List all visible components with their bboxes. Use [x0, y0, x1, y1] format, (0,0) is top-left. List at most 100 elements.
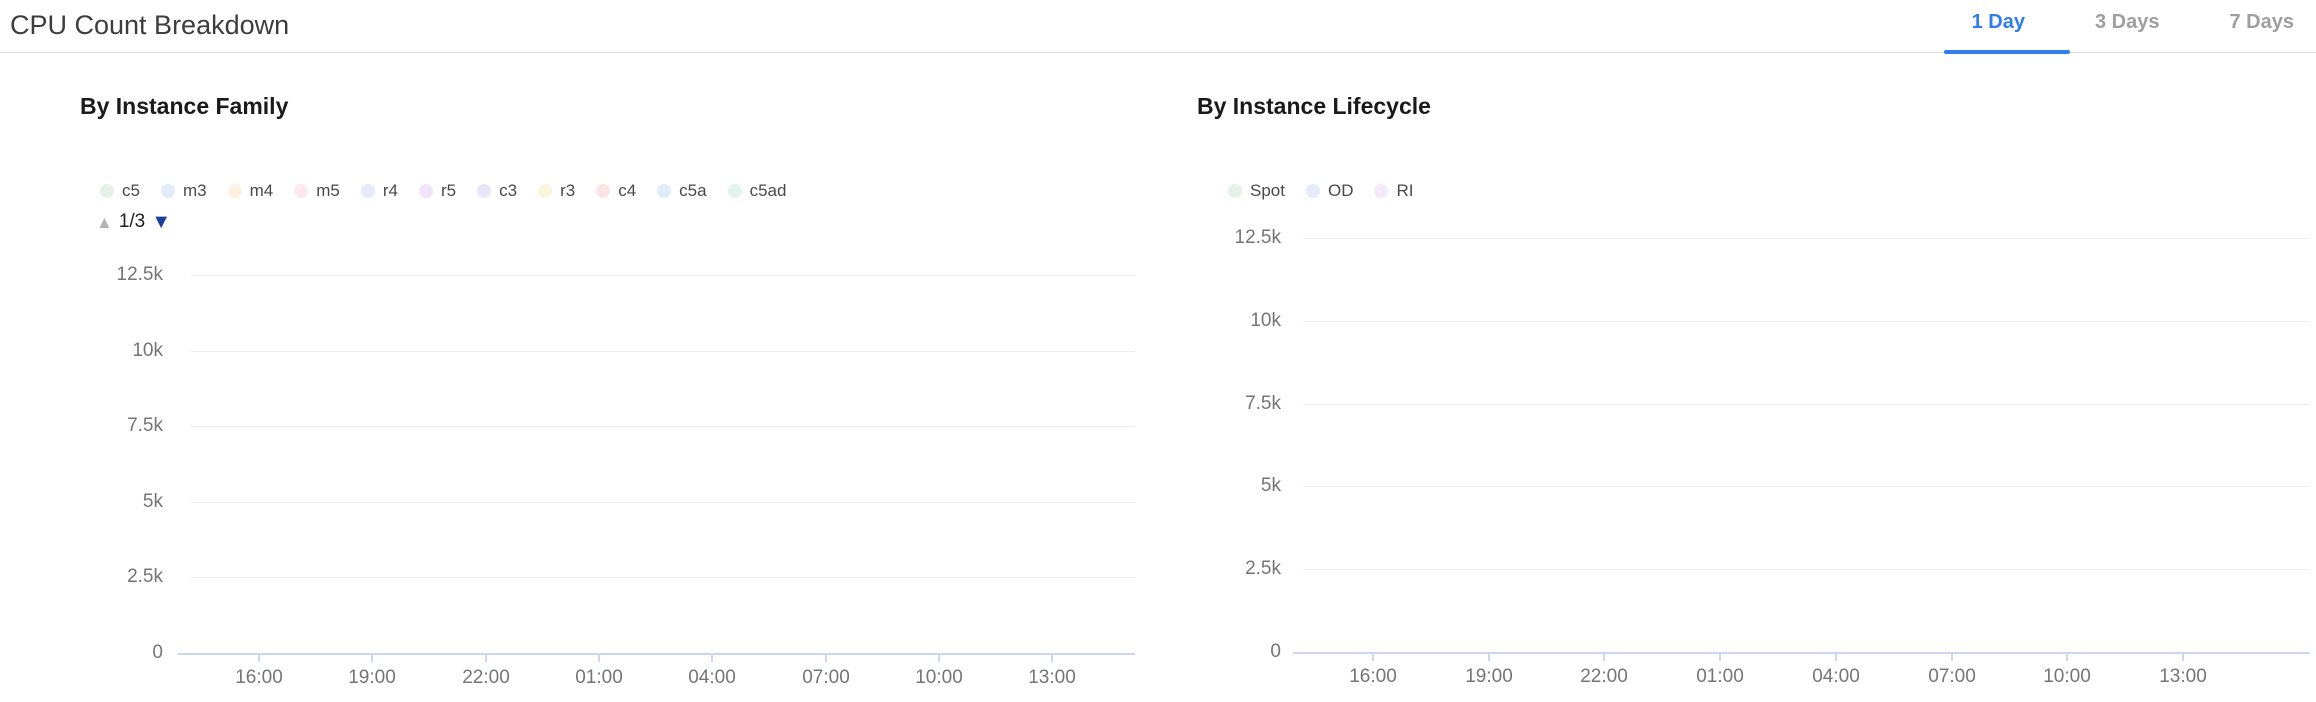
legend-dot-icon	[538, 184, 552, 198]
tab-3-days[interactable]: 3 Days	[2095, 11, 2160, 34]
legend-dot-icon	[419, 184, 433, 198]
legend-item-m3[interactable]: m3	[161, 181, 207, 201]
y-axis-label: 5k	[1201, 474, 1281, 498]
time-range-tabs: 1 Day 3 Days 7 Days	[1972, 11, 2294, 34]
gridline	[1303, 404, 2310, 405]
legend-dot-icon	[228, 184, 242, 198]
y-axis-label: 10k	[83, 339, 163, 363]
x-axis-label: 10:00	[2022, 665, 2112, 689]
x-axis-label: 22:00	[1559, 665, 1649, 689]
legend-item-label: m3	[183, 181, 207, 201]
legend-page-prev-icon[interactable]: ▲	[96, 214, 113, 231]
legend-dot-icon	[100, 184, 114, 198]
legend-item-c5[interactable]: c5	[100, 181, 140, 201]
legend-item-ri[interactable]: RI	[1374, 181, 1413, 201]
gridline	[1303, 486, 2310, 487]
legend-item-label: r4	[383, 181, 398, 201]
tab-1-day[interactable]: 1 Day	[1972, 11, 2025, 34]
x-axis-tick	[1835, 654, 1837, 661]
x-axis-tick	[825, 655, 827, 662]
legend-page-next-icon[interactable]: ▼	[151, 212, 171, 232]
legend-item-label: c4	[618, 181, 636, 201]
legend-item-label: r5	[441, 181, 456, 201]
legend-dot-icon	[294, 184, 308, 198]
x-axis-tick	[258, 655, 260, 662]
legend-item-c3[interactable]: c3	[477, 181, 517, 201]
page-title: CPU Count Breakdown	[10, 10, 289, 40]
x-axis-label: 10:00	[894, 666, 984, 690]
x-axis-tick	[1488, 654, 1490, 661]
x-axis-label: 04:00	[1791, 665, 1881, 689]
x-axis-label: 19:00	[327, 666, 417, 690]
gridline	[190, 426, 1135, 427]
legend: Spot OD RI	[1228, 181, 1413, 201]
gridline	[190, 351, 1135, 352]
legend-item-label: m4	[250, 181, 274, 201]
gridline	[1303, 569, 2310, 570]
legend-item-label: m5	[316, 181, 340, 201]
tab-7-days[interactable]: 7 Days	[2230, 11, 2295, 34]
x-axis-label: 13:00	[2138, 665, 2228, 689]
y-axis-label: 7.5k	[1201, 392, 1281, 416]
chart-title: By Instance Lifecycle	[1197, 93, 1431, 120]
legend-item-od[interactable]: OD	[1306, 181, 1354, 201]
legend-item-spot[interactable]: Spot	[1228, 181, 1285, 201]
x-axis-label: 16:00	[214, 666, 304, 690]
x-axis-label: 04:00	[667, 666, 757, 690]
y-axis-label: 12.5k	[1201, 226, 1281, 250]
gridline	[1303, 321, 2310, 322]
legend-item-m4[interactable]: m4	[228, 181, 274, 201]
gridline	[190, 275, 1135, 276]
legend-page-indicator: 1/3	[119, 211, 145, 233]
x-axis-label: 16:00	[1328, 665, 1418, 689]
x-axis-label: 22:00	[441, 666, 531, 690]
chart-title: By Instance Family	[80, 93, 288, 120]
legend-item-r3[interactable]: r3	[538, 181, 575, 201]
legend-dot-icon	[596, 184, 610, 198]
y-axis-label: 5k	[83, 490, 163, 514]
legend-dot-icon	[161, 184, 175, 198]
x-axis-tick	[371, 655, 373, 662]
legend-item-label: c5	[122, 181, 140, 201]
legend-dot-icon	[361, 184, 375, 198]
y-axis-label: 7.5k	[83, 414, 163, 438]
legend-dot-icon	[1228, 184, 1242, 198]
x-axis-tick	[1051, 655, 1053, 662]
x-axis-label: 01:00	[554, 666, 644, 690]
y-axis-label: 10k	[1201, 309, 1281, 333]
legend-dot-icon	[1374, 184, 1388, 198]
x-axis-tick	[711, 655, 713, 662]
legend-dot-icon	[477, 184, 491, 198]
legend-item-label: Spot	[1250, 181, 1285, 201]
legend-item-label: c5ad	[750, 181, 787, 201]
active-tab-underline	[1944, 50, 2070, 54]
x-axis-label: 13:00	[1007, 666, 1097, 690]
x-axis-tick	[1951, 654, 1953, 661]
y-axis-label: 2.5k	[83, 565, 163, 589]
gridline	[190, 577, 1135, 578]
legend-item-c4[interactable]: c4	[596, 181, 636, 201]
x-axis-tick	[1372, 654, 1374, 661]
y-axis-label: 0	[1201, 640, 1281, 664]
x-axis-label: 07:00	[781, 666, 871, 690]
gridline	[190, 502, 1135, 503]
legend-item-label: c3	[499, 181, 517, 201]
x-axis-tick	[938, 655, 940, 662]
legend-pagination: ▲ 1/3 ▼	[96, 211, 171, 233]
y-axis-label: 0	[83, 641, 163, 665]
legend: c5 m3 m4 m5 r4 r5 c3 r3 c4 c5a c5ad	[100, 181, 786, 201]
x-axis-tick	[1603, 654, 1605, 661]
y-axis-label: 2.5k	[1201, 557, 1281, 581]
legend-item-c5a[interactable]: c5a	[657, 181, 706, 201]
legend-item-c5ad[interactable]: c5ad	[728, 181, 787, 201]
legend-item-m5[interactable]: m5	[294, 181, 340, 201]
legend-item-label: r3	[560, 181, 575, 201]
x-axis-line	[178, 653, 1135, 655]
legend-item-r5[interactable]: r5	[419, 181, 456, 201]
x-axis-tick	[2066, 654, 2068, 661]
legend-item-r4[interactable]: r4	[361, 181, 398, 201]
x-axis-label: 19:00	[1444, 665, 1534, 689]
legend-dot-icon	[728, 184, 742, 198]
legend-dot-icon	[1306, 184, 1320, 198]
x-axis-tick	[2182, 654, 2184, 661]
